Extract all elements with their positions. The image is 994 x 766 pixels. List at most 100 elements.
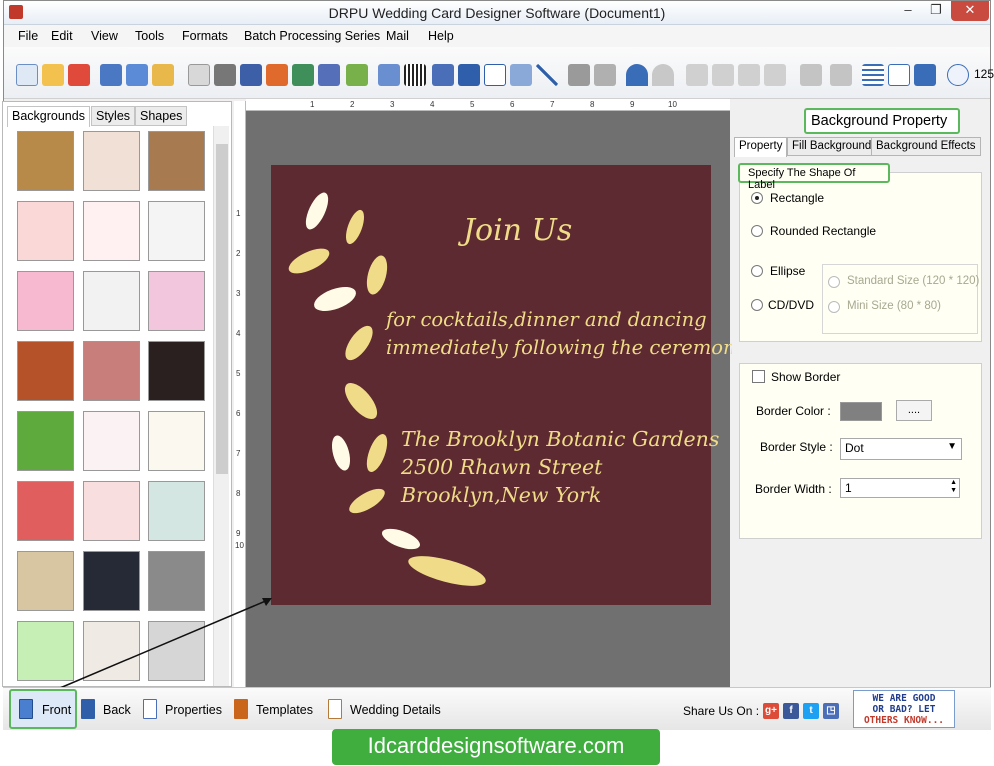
image-library-icon[interactable] bbox=[292, 64, 314, 86]
background-thumbnail[interactable] bbox=[17, 341, 74, 401]
background-thumbnail[interactable] bbox=[148, 341, 205, 401]
background-thumbnail[interactable] bbox=[148, 411, 205, 471]
background-thumbnail[interactable] bbox=[148, 201, 205, 261]
signature-icon[interactable] bbox=[484, 64, 506, 86]
background-thumbnail[interactable] bbox=[17, 201, 74, 261]
spin-arrows-icon[interactable]: ▲ ▼ bbox=[950, 479, 957, 495]
card-line-1[interactable]: for cocktails,dinner and dancing bbox=[386, 308, 707, 331]
rounded-rectangle-radio[interactable] bbox=[751, 225, 763, 237]
card-line-2[interactable]: immediately following the ceremony bbox=[386, 336, 747, 359]
actual-size-icon[interactable] bbox=[888, 64, 910, 86]
card-heading[interactable]: Join Us bbox=[463, 213, 572, 248]
properties-button[interactable]: Properties bbox=[143, 697, 227, 725]
menu-formats[interactable]: Formats bbox=[182, 29, 228, 43]
delete-icon[interactable] bbox=[764, 64, 786, 86]
front-button[interactable]: Front bbox=[9, 689, 77, 729]
background-thumbnail[interactable] bbox=[148, 551, 205, 611]
close-button[interactable]: ✕ bbox=[951, 1, 989, 21]
border-width-stepper[interactable]: 1 ▲ ▼ bbox=[840, 478, 960, 498]
save-as-icon[interactable] bbox=[126, 64, 148, 86]
fit-window-icon[interactable] bbox=[914, 64, 936, 86]
scrollbar-thumb[interactable] bbox=[216, 144, 228, 474]
save-icon[interactable] bbox=[100, 64, 122, 86]
background-thumbnail[interactable] bbox=[83, 271, 140, 331]
card-venue[interactable]: The Brooklyn Botanic Gardens bbox=[401, 427, 719, 451]
tab-property[interactable]: Property bbox=[734, 137, 788, 157]
background-thumbnail[interactable] bbox=[17, 131, 74, 191]
wedding-details-button[interactable]: Wedding Details bbox=[328, 697, 448, 725]
background-thumbnail[interactable] bbox=[148, 131, 205, 191]
cd-dvd-radio[interactable] bbox=[751, 299, 763, 311]
redo-icon[interactable] bbox=[652, 64, 674, 86]
menu-view[interactable]: View bbox=[91, 29, 118, 43]
gift-icon[interactable] bbox=[266, 64, 288, 86]
bring-front-icon[interactable] bbox=[800, 64, 822, 86]
menu-tools[interactable]: Tools bbox=[135, 29, 164, 43]
database-icon[interactable] bbox=[568, 64, 590, 86]
text-icon[interactable] bbox=[432, 64, 454, 86]
twitter-icon[interactable]: t bbox=[803, 703, 819, 719]
menu-edit[interactable]: Edit bbox=[51, 29, 73, 43]
wordart-icon[interactable] bbox=[378, 64, 400, 86]
menu-batch-processing[interactable]: Batch Processing Series bbox=[244, 29, 380, 43]
tab-shapes[interactable]: Shapes bbox=[135, 106, 188, 126]
background-thumbnail[interactable] bbox=[148, 271, 205, 331]
share-icon[interactable]: ◳ bbox=[823, 703, 839, 719]
zoom-value[interactable]: 125 bbox=[974, 67, 994, 81]
google-plus-icon[interactable]: g+ bbox=[763, 703, 779, 719]
print-icon[interactable] bbox=[214, 64, 236, 86]
feedback-badge[interactable]: WE ARE GOOD OR BAD? LET OTHERS KNOW... bbox=[853, 690, 955, 728]
tab-backgrounds[interactable]: Backgrounds bbox=[7, 106, 90, 127]
export-icon[interactable] bbox=[152, 64, 174, 86]
border-color-swatch[interactable] bbox=[840, 402, 882, 421]
open-icon[interactable] bbox=[42, 64, 64, 86]
mini-size-radio[interactable] bbox=[828, 301, 840, 313]
background-thumbnail[interactable] bbox=[17, 481, 74, 541]
new-icon[interactable] bbox=[16, 64, 38, 86]
copy-icon[interactable] bbox=[712, 64, 734, 86]
facebook-icon[interactable]: f bbox=[783, 703, 799, 719]
background-thumbnail[interactable] bbox=[17, 621, 74, 681]
paste-icon[interactable] bbox=[738, 64, 760, 86]
menu-help[interactable]: Help bbox=[428, 29, 454, 43]
border-color-picker-button[interactable]: .... bbox=[896, 400, 932, 421]
border-style-select[interactable]: Dot ▼ bbox=[840, 438, 962, 460]
show-border-checkbox[interactable] bbox=[752, 370, 765, 383]
background-thumbnail[interactable] bbox=[17, 551, 74, 611]
background-thumbnail[interactable] bbox=[17, 411, 74, 471]
line-icon[interactable] bbox=[536, 64, 558, 86]
background-thumbnail[interactable] bbox=[83, 411, 140, 471]
background-thumbnail[interactable] bbox=[83, 621, 140, 681]
send-back-icon[interactable] bbox=[830, 64, 852, 86]
pencil-icon[interactable] bbox=[318, 64, 340, 86]
undo-icon[interactable] bbox=[626, 64, 648, 86]
grid-icon[interactable] bbox=[862, 64, 884, 86]
background-thumbnail[interactable] bbox=[83, 481, 140, 541]
cut-icon[interactable] bbox=[686, 64, 708, 86]
card-street[interactable]: 2500 Rhawn Street bbox=[401, 455, 602, 479]
card-city[interactable]: Brooklyn,New York bbox=[401, 483, 601, 507]
background-thumbnail[interactable] bbox=[148, 621, 205, 681]
maximize-button[interactable]: ❐ bbox=[922, 1, 950, 21]
background-thumbnail[interactable] bbox=[83, 131, 140, 191]
background-thumbnail[interactable] bbox=[148, 481, 205, 541]
menu-mail[interactable]: Mail bbox=[386, 29, 409, 43]
tab-background-effects[interactable]: Background Effects bbox=[871, 137, 981, 156]
mail-icon[interactable] bbox=[510, 64, 532, 86]
back-button[interactable]: Back bbox=[81, 697, 141, 725]
standard-size-radio[interactable] bbox=[828, 276, 840, 288]
background-thumbnail[interactable] bbox=[83, 201, 140, 261]
zoom-icon[interactable] bbox=[947, 64, 969, 86]
tab-styles[interactable]: Styles bbox=[91, 106, 136, 126]
font-icon[interactable] bbox=[458, 64, 480, 86]
ellipse-radio[interactable] bbox=[751, 265, 763, 277]
rectangle-radio[interactable] bbox=[751, 192, 763, 204]
templates-button[interactable]: Templates bbox=[234, 697, 320, 725]
page-setup-icon[interactable] bbox=[188, 64, 210, 86]
picture-icon[interactable] bbox=[346, 64, 368, 86]
background-thumbnail[interactable] bbox=[83, 551, 140, 611]
close-doc-icon[interactable] bbox=[68, 64, 90, 86]
barcode-icon[interactable] bbox=[404, 64, 426, 86]
background-thumbnail[interactable] bbox=[17, 271, 74, 331]
wedding-card[interactable]: Join Us for cocktails,dinner and dancing… bbox=[271, 165, 747, 605]
